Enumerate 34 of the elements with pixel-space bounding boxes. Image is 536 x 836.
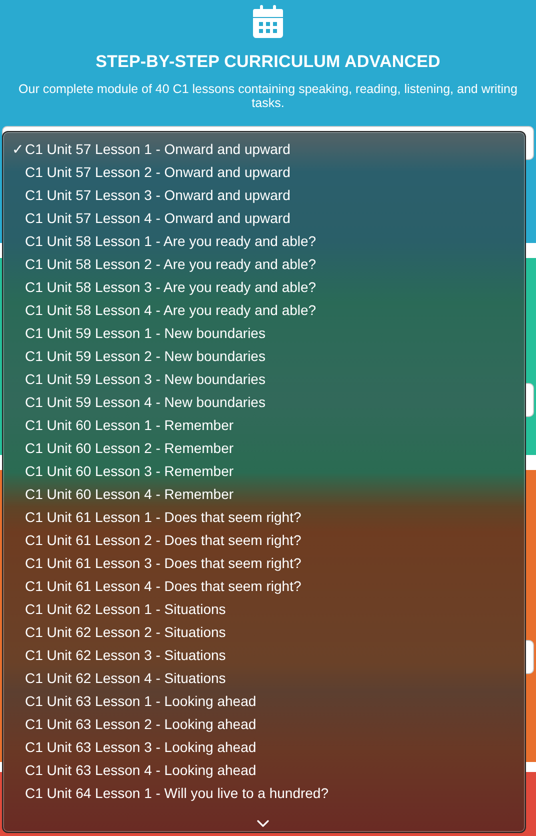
menu-option[interactable]: C1 Unit 62 Lesson 3 - Situations bbox=[2, 643, 526, 666]
menu-option[interactable]: C1 Unit 58 Lesson 1 - Are you ready and able? bbox=[2, 229, 526, 252]
menu-option[interactable]: C1 Unit 60 Lesson 3 - Remember bbox=[2, 459, 526, 482]
menu-option[interactable]: C1 Unit 57 Lesson 4 - Onward and upward bbox=[2, 206, 526, 229]
menu-option[interactable]: C1 Unit 59 Lesson 4 - New boundaries bbox=[2, 390, 526, 413]
menu-option[interactable]: C1 Unit 57 Lesson 2 - Onward and upward bbox=[2, 160, 526, 183]
menu-option[interactable]: C1 Unit 60 Lesson 2 - Remember bbox=[2, 436, 526, 459]
menu-option[interactable]: C1 Unit 59 Lesson 2 - New boundaries bbox=[2, 344, 526, 367]
menu-option[interactable]: C1 Unit 58 Lesson 3 - Are you ready and able? bbox=[2, 275, 526, 298]
calendar-icon bbox=[253, 5, 283, 38]
menu-option[interactable]: C1 Unit 63 Lesson 3 - Looking ahead bbox=[2, 735, 526, 758]
menu-option[interactable]: C1 Unit 61 Lesson 1 - Does that seem right? bbox=[2, 505, 526, 528]
menu-option[interactable]: C1 Unit 58 Lesson 4 - Are you ready and able? bbox=[2, 298, 526, 321]
menu-option[interactable]: C1 Unit 62 Lesson 2 - Situations bbox=[2, 620, 526, 643]
menu-option[interactable]: C1 Unit 63 Lesson 4 - Looking ahead bbox=[2, 758, 526, 781]
menu-option[interactable]: C1 Unit 59 Lesson 1 - New boundaries bbox=[2, 321, 526, 344]
page-title: STEP-BY-STEP CURRICULUM ADVANCED bbox=[96, 52, 440, 72]
menu-option[interactable]: C1 Unit 60 Lesson 1 - Remember bbox=[2, 413, 526, 436]
menu-option[interactable]: C1 Unit 62 Lesson 4 - Situations bbox=[2, 666, 526, 689]
menu-option[interactable]: C1 Unit 61 Lesson 4 - Does that seem right? bbox=[2, 574, 526, 597]
menu-option[interactable]: C1 Unit 64 Lesson 1 - Will you live to a hundred? bbox=[2, 781, 526, 804]
menu-option[interactable]: C1 Unit 60 Lesson 4 - Remember bbox=[2, 482, 526, 505]
menu-option[interactable]: C1 Unit 61 Lesson 3 - Does that seem right? bbox=[2, 551, 526, 574]
menu-option[interactable]: C1 Unit 61 Lesson 2 - Does that seem right? bbox=[2, 528, 526, 551]
check-mark: ✓ bbox=[12, 140, 25, 156]
menu-option[interactable]: ✓C1 Unit 57 Lesson 1 - Onward and upward bbox=[2, 137, 526, 160]
menu-option[interactable]: C1 Unit 62 Lesson 1 - Situations bbox=[2, 597, 526, 620]
chevron-down-icon[interactable] bbox=[257, 820, 269, 827]
page-subtitle: Our complete module of 40 C1 lessons containing speaking, reading, listening, and writing tasks. bbox=[18, 82, 518, 110]
menu-option[interactable]: C1 Unit 63 Lesson 1 - Looking ahead bbox=[2, 689, 526, 712]
menu-option[interactable]: C1 Unit 58 Lesson 2 - Are you ready and able? bbox=[2, 252, 526, 275]
menu-option[interactable]: C1 Unit 59 Lesson 3 - New boundaries bbox=[2, 367, 526, 390]
menu-option[interactable]: C1 Unit 63 Lesson 2 - Looking ahead bbox=[2, 712, 526, 735]
menu-option[interactable]: C1 Unit 57 Lesson 3 - Onward and upward bbox=[2, 183, 526, 206]
